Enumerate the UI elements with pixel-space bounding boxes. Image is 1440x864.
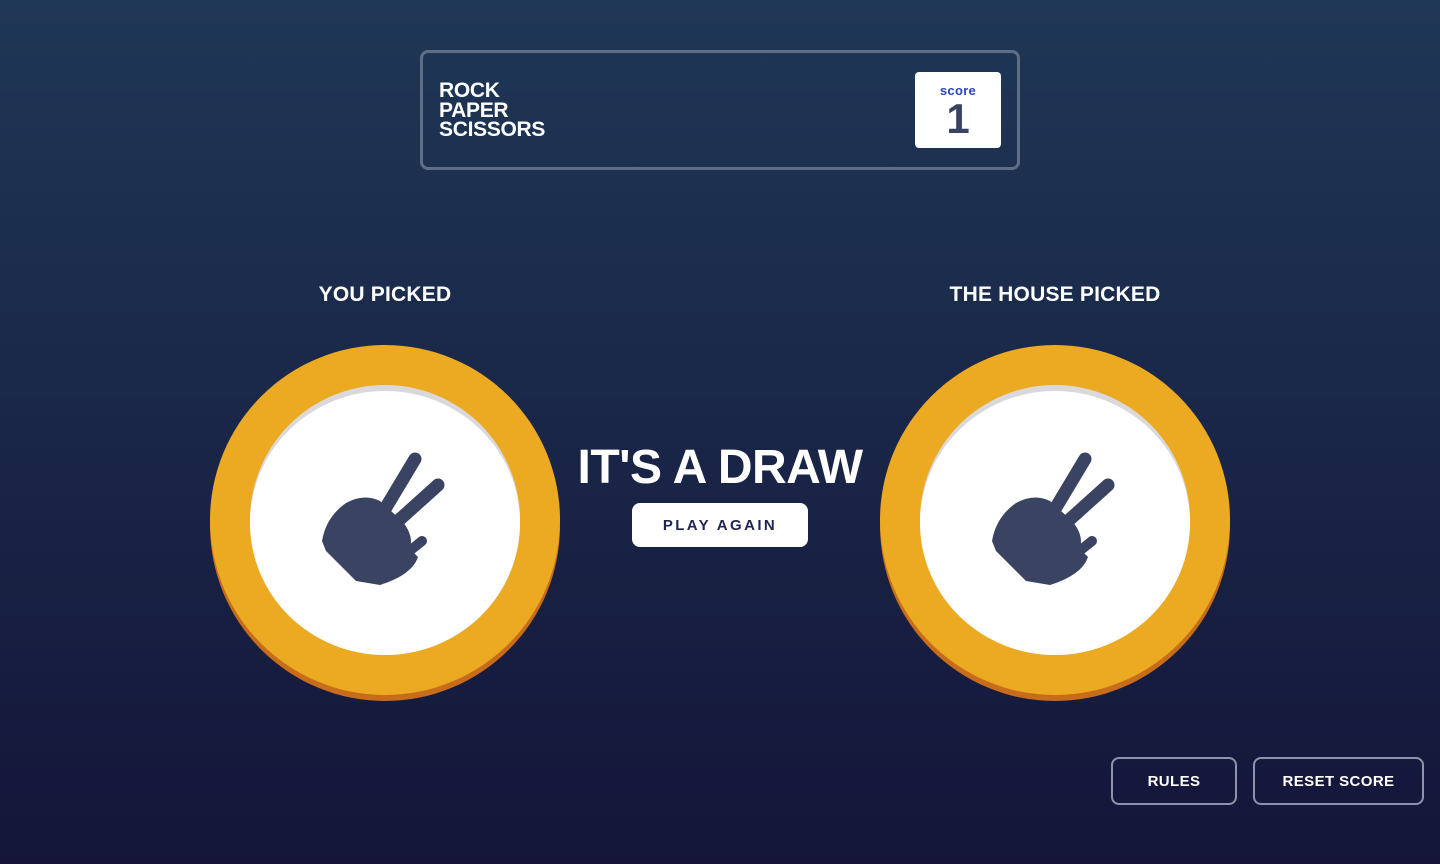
play-again-button[interactable]: PLAY AGAIN	[632, 503, 808, 547]
result-text: IT'S A DRAW	[577, 441, 863, 494]
reset-score-button[interactable]: RESET SCORE	[1253, 757, 1424, 805]
house-scissors-token	[880, 345, 1230, 701]
house-pick-label: THE HOUSE PICKED	[949, 283, 1161, 306]
player-pick-label: YOU PICKED	[318, 283, 452, 306]
score-box: score 1	[915, 72, 1001, 148]
game-header: ROCK PAPER SCISSORS score 1	[420, 50, 1020, 170]
score-value: 1	[946, 95, 970, 142]
rules-button[interactable]: RULES	[1111, 757, 1237, 805]
scissors-icon	[992, 452, 1115, 585]
game-title: ROCK PAPER SCISSORS	[439, 79, 546, 141]
scissors-icon	[322, 452, 445, 585]
player-scissors-token	[210, 345, 560, 701]
title-line-rock: ROCK	[439, 79, 500, 102]
title-line-scissors: SCISSORS	[439, 118, 546, 141]
